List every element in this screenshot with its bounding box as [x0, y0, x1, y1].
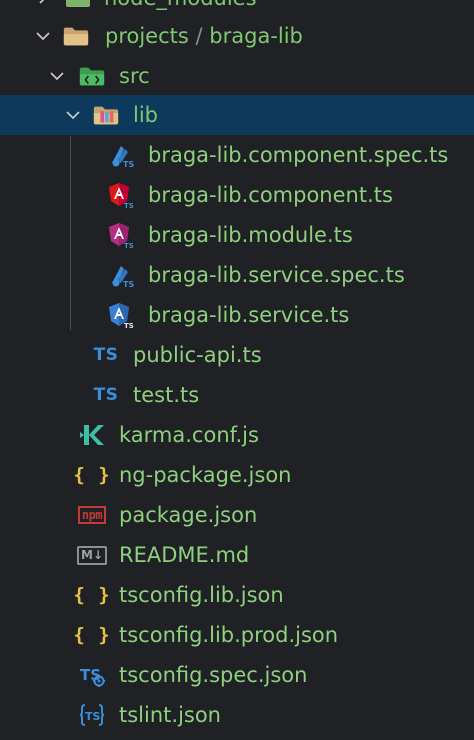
tree-item-label: src: [119, 64, 150, 88]
tsconfig-icon: TS: [78, 661, 106, 689]
file-explorer-tree: node_modules projects / braga-lib: [0, 0, 474, 740]
chevron-down-icon[interactable]: [32, 25, 54, 47]
tree-item-readme[interactable]: M↓ README.md: [0, 535, 474, 575]
tree-item-test[interactable]: TS test.ts: [0, 375, 474, 415]
tree-item-label: tsconfig.lib.json: [119, 583, 284, 607]
tree-item-module[interactable]: TS braga-lib.module.ts: [0, 215, 474, 255]
tree-item-label: braga-lib.service.spec.ts: [148, 263, 405, 287]
tree-item-label: tslint.json: [119, 703, 221, 727]
svg-text:TS: TS: [85, 710, 101, 723]
svg-text:TS: TS: [123, 280, 134, 289]
tree-item-tslint[interactable]: TS tslint.json: [0, 695, 474, 735]
tree-item-label: tsconfig.spec.json: [119, 663, 308, 687]
angular-service-icon: TS: [107, 301, 135, 329]
tree-item-karma[interactable]: karma.conf.js: [0, 415, 474, 455]
tree-item-src[interactable]: src: [0, 56, 474, 96]
json-icon: { }: [73, 464, 111, 486]
tree-item-public-api[interactable]: TS public-api.ts: [0, 335, 474, 375]
tree-item-label: tsconfig.lib.prod.json: [119, 623, 339, 647]
src-folder-icon: [78, 62, 106, 90]
markdown-icon-text: M↓: [77, 545, 107, 565]
tree-item-lib[interactable]: lib: [0, 95, 474, 135]
svg-text:TS: TS: [124, 242, 134, 249]
typescript-icon: TS: [93, 345, 119, 365]
tree-item-component-spec[interactable]: TS braga-lib.component.spec.ts: [0, 135, 474, 175]
folder-icon: [62, 22, 90, 50]
tree-item-label: node_modules: [104, 0, 257, 10]
folder-icon: [64, 0, 92, 12]
lib-folder-icon: [92, 101, 120, 129]
tree-item-label: README.md: [119, 543, 250, 567]
tree-item-label: braga-lib.module.ts: [148, 223, 353, 247]
tree-item-package[interactable]: npm package.json: [0, 495, 474, 535]
tree-item-label: braga-lib.component.ts: [148, 183, 393, 207]
angular-module-icon: TS: [107, 221, 135, 249]
tree-item-projects-braga-lib[interactable]: projects / braga-lib: [0, 16, 474, 56]
angular-component-icon: TS: [107, 181, 135, 209]
tree-item-ng-package[interactable]: { } ng-package.json: [0, 455, 474, 495]
tree-item-label: lib: [133, 103, 158, 127]
json-icon: { }: [73, 584, 111, 606]
npm-icon-text: npm: [77, 506, 107, 524]
tree-item-service[interactable]: TS braga-lib.service.ts: [0, 295, 474, 335]
chevron-right-icon[interactable]: [32, 0, 54, 9]
svg-text:TS: TS: [124, 202, 134, 209]
typescript-icon: TS: [93, 385, 119, 405]
tree-item-label: braga-lib.service.ts: [148, 303, 350, 327]
tree-item-service-spec[interactable]: TS braga-lib.service.spec.ts: [0, 255, 474, 295]
tree-item-label: projects / braga-lib: [105, 24, 303, 48]
json-icon: { }: [73, 624, 111, 646]
chevron-down-icon[interactable]: [62, 104, 84, 126]
folder-name-projects: projects: [105, 24, 189, 48]
markdown-icon: M↓: [77, 541, 107, 569]
tree-item-tsconfig-spec[interactable]: TS tsconfig.spec.json: [0, 655, 474, 695]
tree-item-label: ng-package.json: [119, 463, 292, 487]
path-separator: /: [195, 24, 203, 48]
angular-spec-icon: TS: [107, 141, 135, 169]
svg-text:TS: TS: [124, 322, 134, 329]
chevron-down-icon[interactable]: [46, 65, 68, 87]
tree-item-label: test.ts: [133, 383, 200, 407]
tree-item-tsconfig-lib-prod[interactable]: { } tsconfig.lib.prod.json: [0, 615, 474, 655]
tree-item-label: karma.conf.js: [119, 423, 259, 447]
tslint-icon: TS: [78, 701, 106, 729]
tree-item-component[interactable]: TS braga-lib.component.ts: [0, 175, 474, 215]
angular-spec-icon: TS: [107, 261, 135, 289]
svg-text:TS: TS: [123, 160, 134, 169]
tree-item-label: package.json: [119, 503, 258, 527]
tree-item-tsconfig-lib[interactable]: { } tsconfig.lib.json: [0, 575, 474, 615]
tree-item-label: braga-lib.component.spec.ts: [148, 143, 449, 167]
tree-item-label: public-api.ts: [133, 343, 262, 367]
karma-icon: [78, 421, 106, 449]
npm-icon: npm: [77, 501, 107, 529]
folder-name-braga-lib: braga-lib: [209, 24, 303, 48]
